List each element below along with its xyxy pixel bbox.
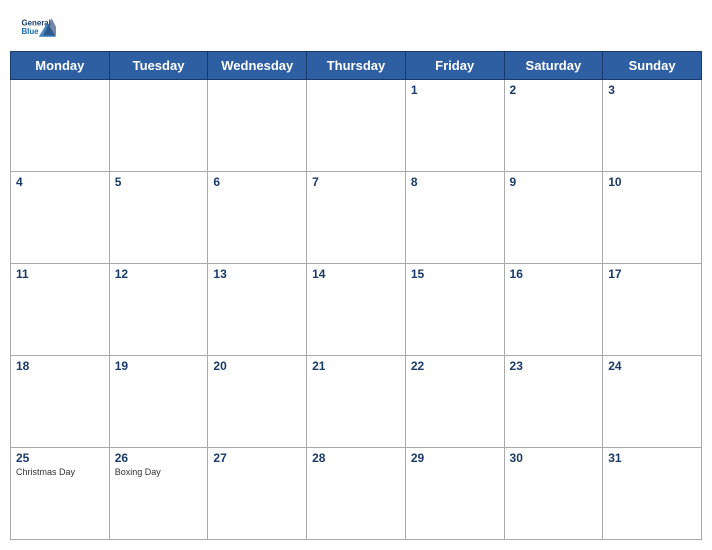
weekday-header-friday: Friday [405, 52, 504, 80]
calendar-cell: 10 [603, 172, 702, 264]
day-number: 15 [411, 267, 499, 281]
weekday-header-thursday: Thursday [307, 52, 406, 80]
day-number: 2 [510, 83, 598, 97]
weekday-header-monday: Monday [11, 52, 110, 80]
weekday-header-row: MondayTuesdayWednesdayThursdayFridaySatu… [11, 52, 702, 80]
calendar-cell: 19 [109, 356, 208, 448]
calendar-cell: 15 [405, 264, 504, 356]
day-number: 10 [608, 175, 696, 189]
calendar-cell [307, 80, 406, 172]
calendar-table: MondayTuesdayWednesdayThursdayFridaySatu… [10, 51, 702, 540]
day-number: 12 [115, 267, 203, 281]
day-number: 16 [510, 267, 598, 281]
day-number: 13 [213, 267, 301, 281]
day-number: 24 [608, 359, 696, 373]
calendar-cell: 3 [603, 80, 702, 172]
calendar-cell: 5 [109, 172, 208, 264]
calendar-cell: 31 [603, 448, 702, 540]
calendar-week-row: 18 19 20 21 22 23 24 [11, 356, 702, 448]
day-number: 17 [608, 267, 696, 281]
calendar-cell: 11 [11, 264, 110, 356]
calendar-cell: 27 [208, 448, 307, 540]
calendar-cell [208, 80, 307, 172]
weekday-header-saturday: Saturday [504, 52, 603, 80]
calendar-cell: 13 [208, 264, 307, 356]
day-number: 25 [16, 451, 104, 465]
day-number: 4 [16, 175, 104, 189]
day-number: 29 [411, 451, 499, 465]
weekday-header-wednesday: Wednesday [208, 52, 307, 80]
calendar-cell: 23 [504, 356, 603, 448]
calendar-cell: 26 Boxing Day [109, 448, 208, 540]
calendar-header: General Blue [10, 10, 702, 51]
day-number: 11 [16, 267, 104, 281]
calendar-cell: 7 [307, 172, 406, 264]
day-number: 27 [213, 451, 301, 465]
day-number: 20 [213, 359, 301, 373]
holiday-label: Boxing Day [115, 467, 203, 477]
day-number: 18 [16, 359, 104, 373]
logo: General Blue [20, 15, 56, 43]
day-number: 5 [115, 175, 203, 189]
calendar-cell: 17 [603, 264, 702, 356]
day-number: 3 [608, 83, 696, 97]
day-number: 28 [312, 451, 400, 465]
calendar-week-row: 11 12 13 14 15 16 17 [11, 264, 702, 356]
day-number: 9 [510, 175, 598, 189]
calendar-cell: 25 Christmas Day [11, 448, 110, 540]
day-number: 22 [411, 359, 499, 373]
calendar-week-row: 123 [11, 80, 702, 172]
calendar-week-row: 25 Christmas Day 26 Boxing Day 27 28 29 30 31 [11, 448, 702, 540]
day-number: 1 [411, 83, 499, 97]
calendar-cell: 1 [405, 80, 504, 172]
day-number: 21 [312, 359, 400, 373]
calendar-cell: 30 [504, 448, 603, 540]
calendar-cell: 16 [504, 264, 603, 356]
logo-icon: General Blue [20, 15, 56, 43]
calendar-cell: 28 [307, 448, 406, 540]
calendar-cell: 8 [405, 172, 504, 264]
calendar-cell: 14 [307, 264, 406, 356]
calendar-cell: 18 [11, 356, 110, 448]
day-number: 8 [411, 175, 499, 189]
weekday-header-sunday: Sunday [603, 52, 702, 80]
calendar-cell: 6 [208, 172, 307, 264]
calendar-cell [11, 80, 110, 172]
day-number: 19 [115, 359, 203, 373]
calendar-cell: 21 [307, 356, 406, 448]
day-number: 26 [115, 451, 203, 465]
day-number: 31 [608, 451, 696, 465]
calendar-cell: 9 [504, 172, 603, 264]
calendar-cell: 12 [109, 264, 208, 356]
calendar-cell: 24 [603, 356, 702, 448]
svg-text:Blue: Blue [21, 27, 39, 36]
holiday-label: Christmas Day [16, 467, 104, 477]
day-number: 14 [312, 267, 400, 281]
calendar-cell: 2 [504, 80, 603, 172]
day-number: 7 [312, 175, 400, 189]
day-number: 6 [213, 175, 301, 189]
weekday-header-tuesday: Tuesday [109, 52, 208, 80]
calendar-cell: 20 [208, 356, 307, 448]
day-number: 30 [510, 451, 598, 465]
calendar-cell: 29 [405, 448, 504, 540]
calendar-cell: 4 [11, 172, 110, 264]
day-number: 23 [510, 359, 598, 373]
calendar-cell: 22 [405, 356, 504, 448]
calendar-cell [109, 80, 208, 172]
calendar-week-row: 456789 10 [11, 172, 702, 264]
